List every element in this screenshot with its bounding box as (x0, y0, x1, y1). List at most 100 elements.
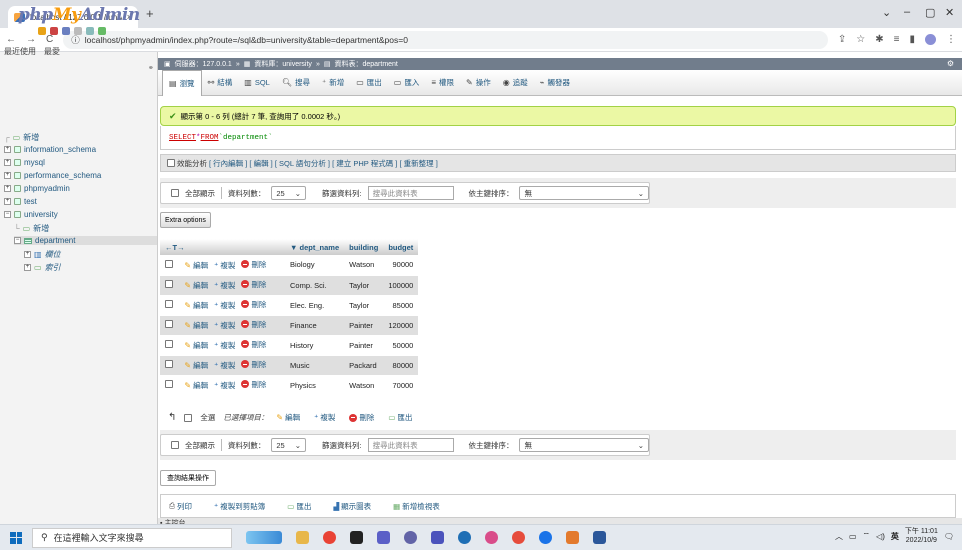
input-lang[interactable]: 英 (891, 531, 899, 542)
rows-select-bottom[interactable]: 25 ⌄ (271, 438, 306, 452)
cell-budget[interactable]: 70000 (383, 375, 419, 396)
app-icon[interactable] (350, 531, 363, 544)
tab-tracking[interactable]: ◉ 追蹤 (497, 70, 534, 96)
tree-columns[interactable]: + ▥ 欄位 (24, 249, 61, 260)
profiling-checkbox[interactable] (167, 159, 175, 167)
print-link[interactable]: ⎙ 列印 (169, 501, 192, 512)
app-icon-4[interactable] (512, 531, 525, 544)
cell-building[interactable]: Packard (344, 355, 384, 376)
minimize-icon[interactable]: – (904, 6, 910, 18)
row-delete-button[interactable]: 刪除 (241, 279, 266, 290)
tree-db-test[interactable]: + test (4, 197, 37, 206)
notification-icon[interactable]: 🗨︎ (944, 532, 954, 541)
sort-select-bottom[interactable]: 無 ⌄ (519, 438, 650, 452)
expand-icon[interactable]: + (4, 198, 11, 205)
export-link[interactable]: ▭ 匯出 (287, 501, 311, 512)
row-copy-button[interactable]: ⁺ 複製 (214, 280, 235, 291)
expand-icon[interactable]: + (24, 251, 31, 258)
display-chart-link[interactable]: ▟ 顯示圖表 (333, 501, 371, 512)
tree-indexes[interactable]: + ▭ 索引 (24, 262, 61, 273)
col-header-building[interactable]: building (344, 239, 384, 255)
new-tab-button[interactable]: + (146, 6, 154, 21)
side-panel-icon[interactable]: ▮ (909, 34, 915, 45)
home-icon[interactable] (38, 27, 46, 35)
expand-icon[interactable]: + (4, 172, 11, 179)
phpmyadmin-logo[interactable]: phpMyAdmin (18, 5, 140, 25)
cell-budget[interactable]: 85000 (383, 295, 419, 316)
cell-building[interactable]: Taylor (344, 275, 384, 296)
check-all-checkbox[interactable] (184, 413, 193, 422)
cell-building[interactable]: Painter (344, 315, 384, 336)
tree-db-mysql[interactable]: + mysql (4, 158, 45, 167)
tree-db-university[interactable]: − university (4, 210, 58, 219)
row-checkbox[interactable] (165, 320, 173, 328)
settings-icon[interactable] (86, 27, 94, 35)
site-info-icon[interactable]: ⓘ (71, 34, 80, 46)
logout-icon[interactable] (50, 27, 58, 35)
bulk-copy-button[interactable]: ⁺ 複製 (314, 412, 335, 423)
vscode-icon[interactable] (377, 531, 390, 544)
cell-building[interactable]: Painter (344, 335, 384, 356)
extensions-puzzle-icon[interactable]: ✱ (875, 34, 883, 45)
row-delete-button[interactable]: 刪除 (241, 359, 266, 370)
app-icon-2[interactable] (458, 531, 471, 544)
tab-triggers[interactable]: ⌁ 觸發器 (534, 70, 576, 96)
cell-dept-name[interactable]: Finance (285, 315, 345, 336)
expand-icon[interactable]: + (4, 185, 11, 192)
tab-insert[interactable]: ⁺ 新增 (316, 70, 350, 96)
row-checkbox[interactable] (165, 340, 173, 348)
cell-budget[interactable]: 50000 (383, 335, 419, 356)
collapse-icon[interactable]: − (4, 211, 11, 218)
tab-list-chevron-icon[interactable]: ⌄ (882, 6, 891, 19)
bulk-edit-button[interactable]: ✎ 編輯 (276, 412, 300, 423)
row-edit-button[interactable]: ✎ 編輯 (184, 360, 208, 371)
tab-privileges[interactable]: ≡ 權限 (425, 70, 460, 96)
reading-list-icon[interactable]: ≡ (894, 34, 900, 45)
profile-avatar-icon[interactable] (925, 34, 936, 45)
row-checkbox[interactable] (165, 380, 173, 388)
row-edit-button[interactable]: ✎ 編輯 (184, 380, 208, 391)
tab-export[interactable]: ▭ 匯出 (350, 70, 388, 96)
tab-sql[interactable]: ▥ SQL (238, 70, 276, 96)
collapse-icon[interactable]: − (14, 237, 21, 244)
cell-building[interactable]: Taylor (344, 295, 384, 316)
row-copy-button[interactable]: ⁺ 複製 (214, 380, 235, 391)
cell-dept-name[interactable]: Physics (285, 375, 345, 396)
tree-table-department[interactable]: − department (14, 236, 157, 245)
cell-building[interactable]: Watson (344, 255, 384, 276)
expand-icon[interactable]: + (4, 146, 11, 153)
expand-icon[interactable]: + (24, 264, 31, 271)
show-all-checkbox-bottom[interactable] (171, 441, 179, 449)
gear-icon[interactable]: ⚙ (947, 59, 954, 68)
row-copy-button[interactable]: ⁺ 複製 (214, 260, 235, 271)
bookmark-star-icon[interactable]: ☆ (856, 34, 865, 45)
show-all-checkbox[interactable] (171, 189, 179, 197)
row-edit-button[interactable]: ✎ 編輯 (184, 320, 208, 331)
query-window-icon[interactable] (62, 27, 70, 35)
battery-icon[interactable]: ▭ (849, 532, 857, 541)
tab-import[interactable]: ▭ 匯入 (388, 70, 426, 96)
row-copy-button[interactable]: ⁺ 複製 (214, 320, 235, 331)
row-delete-button[interactable]: 刪除 (241, 259, 266, 270)
cell-building[interactable]: Watson (344, 375, 384, 396)
bulk-delete-button[interactable]: 刪除 (349, 412, 374, 423)
profiling-links[interactable]: [ 行內編輯 ] [ 編輯 ] [ SQL 語句分析 ] [ 建立 PHP 程式… (209, 158, 438, 169)
row-checkbox[interactable] (165, 360, 173, 368)
app-icon-5[interactable] (539, 531, 552, 544)
forward-arrow-icon[interactable]: → (26, 34, 36, 45)
chrome-icon[interactable] (323, 531, 336, 544)
tree-new-db[interactable]: ┌ ▭ 新增 (4, 132, 39, 143)
row-delete-button[interactable]: 刪除 (241, 299, 266, 310)
bulk-export-button[interactable]: ▭ 匯出 (388, 412, 412, 423)
rows-select[interactable]: 25 ⌄ (271, 186, 306, 200)
file-explorer-icon[interactable] (296, 531, 309, 544)
reload-nav-icon[interactable] (98, 27, 106, 35)
tab-structure[interactable]: ⚯ 結構 (202, 70, 239, 96)
tab-browse[interactable]: ▤ 瀏覽 (162, 70, 202, 96)
cell-dept-name[interactable]: Elec. Eng. (285, 295, 345, 316)
close-window-icon[interactable]: ✕ (945, 6, 954, 19)
maximize-icon[interactable]: ▢ (925, 6, 935, 19)
column-resize-header[interactable]: ←T→ (160, 239, 285, 255)
app-icon-6[interactable] (566, 531, 579, 544)
cell-dept-name[interactable]: Biology (285, 255, 345, 276)
